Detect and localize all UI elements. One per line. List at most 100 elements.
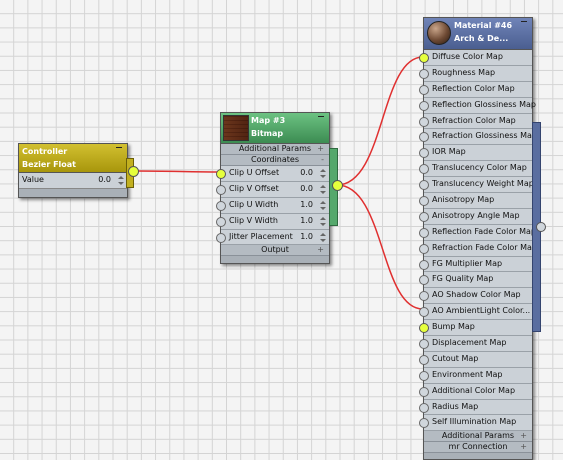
input-socket[interactable] <box>419 418 429 429</box>
material-map-row[interactable]: Displacement Map <box>419 336 532 352</box>
minimize-icon[interactable] <box>521 21 527 22</box>
row-value[interactable]: 1.0 <box>300 198 313 213</box>
input-socket[interactable] <box>419 84 429 95</box>
expand-icon[interactable]: + <box>520 431 527 441</box>
row-value[interactable]: 0.0 <box>300 166 313 181</box>
material-map-row[interactable]: Refraction Color Map <box>419 113 532 130</box>
row-label: Jitter Placement <box>229 231 293 241</box>
input-socket[interactable] <box>419 339 429 350</box>
input-socket[interactable] <box>216 184 226 195</box>
material-map-row[interactable]: AO AmbientLight Color... <box>419 304 532 321</box>
material-map-row[interactable]: Cutout Map <box>419 351 532 368</box>
controller-output-socket[interactable] <box>128 166 139 177</box>
material-node[interactable]: Material #46 Arch & De... Diffuse Color … <box>419 17 537 460</box>
material-map-row[interactable]: IOR Map <box>419 145 532 162</box>
bitmap-section-output[interactable]: Output + <box>221 245 329 257</box>
value-field[interactable]: 0.0 <box>98 173 111 188</box>
minimize-icon[interactable] <box>318 116 324 117</box>
input-socket[interactable] <box>419 275 429 286</box>
material-map-row[interactable]: Diffuse Color Map <box>419 50 532 66</box>
material-map-row[interactable]: Additional Color Map <box>419 383 532 400</box>
bitmap-row[interactable]: Clip V Width 1.0 <box>216 213 329 230</box>
material-map-row[interactable]: FG Quality Map <box>419 272 532 289</box>
bitmap-output-socket[interactable] <box>332 180 343 191</box>
spinner-icon[interactable] <box>320 216 326 226</box>
minimize-icon[interactable] <box>116 147 122 148</box>
bitmap-row[interactable]: Jitter Placement 1.0 <box>216 229 329 246</box>
material-map-row[interactable]: Reflection Color Map <box>419 81 532 98</box>
section-label: mr Connection <box>448 442 508 452</box>
input-socket[interactable] <box>216 232 226 243</box>
expand-icon[interactable]: + <box>317 245 324 255</box>
input-socket[interactable] <box>419 259 429 270</box>
spinner-icon[interactable] <box>320 200 326 210</box>
controller-node[interactable]: Controller Bezier Float Value 0.0 <box>18 143 128 198</box>
bitmap-row[interactable]: Clip U Width 1.0 <box>216 197 329 214</box>
row-value[interactable]: 1.0 <box>300 230 313 245</box>
value-spinner-icon[interactable] <box>118 176 124 185</box>
bitmap-row[interactable]: Clip V Offset 0.0 <box>216 181 329 198</box>
bitmap-section-additional[interactable]: Additional Params + <box>221 144 329 155</box>
expand-icon[interactable]: + <box>317 144 324 154</box>
input-socket[interactable] <box>419 68 429 79</box>
input-socket[interactable] <box>419 386 429 397</box>
input-socket[interactable] <box>216 216 226 227</box>
input-socket[interactable] <box>419 116 429 127</box>
material-map-row[interactable]: FG Multiplier Map <box>419 256 532 273</box>
bitmap-header[interactable]: Map #3 Bitmap <box>221 113 329 144</box>
material-map-row[interactable]: Reflection Glossiness Map <box>419 97 536 114</box>
material-map-row[interactable]: AO Shadow Color Map <box>419 288 532 305</box>
bitmap-row[interactable]: Clip U Offset 0.0 <box>216 166 329 182</box>
spinner-icon[interactable] <box>320 184 326 194</box>
input-socket[interactable] <box>419 402 429 413</box>
spinner-icon[interactable] <box>320 169 326 178</box>
bitmap-section-coordinates[interactable]: Coordinates - <box>221 155 329 166</box>
material-map-row[interactable]: Refraction Fade Color Map <box>419 240 537 257</box>
input-socket[interactable] <box>419 354 429 365</box>
material-output-socket[interactable] <box>536 222 546 232</box>
input-socket[interactable] <box>216 200 226 211</box>
map-label: Reflection Fade Color Map <box>432 226 536 236</box>
input-socket[interactable] <box>419 291 429 302</box>
input-socket[interactable] <box>419 307 429 318</box>
input-socket[interactable] <box>419 132 429 143</box>
material-map-row[interactable]: Reflection Fade Color Map <box>419 224 536 241</box>
section-label: Coordinates <box>250 155 300 164</box>
row-value[interactable]: 0.0 <box>300 182 313 197</box>
material-section-additional[interactable]: Additional Params + <box>424 431 532 443</box>
input-socket[interactable] <box>419 211 429 222</box>
input-socket[interactable] <box>419 164 429 175</box>
map-label: Reflection Glossiness Map <box>432 99 536 109</box>
input-socket[interactable] <box>419 196 429 207</box>
row-value[interactable]: 1.0 <box>300 214 313 229</box>
collapse-icon[interactable]: - <box>321 155 324 165</box>
controller-value-row[interactable]: Value 0.0 <box>19 173 127 188</box>
input-socket[interactable] <box>419 180 429 191</box>
material-map-row[interactable]: Bump Map <box>419 320 532 337</box>
input-socket[interactable] <box>419 100 429 111</box>
material-map-row[interactable]: Anisotropy Angle Map <box>419 208 532 225</box>
input-socket-connected[interactable] <box>216 169 226 179</box>
input-socket[interactable] <box>419 227 429 238</box>
controller-title: Controller <box>22 147 68 156</box>
input-socket[interactable] <box>419 243 429 254</box>
material-map-row[interactable]: Translucency Weight Map <box>419 177 534 194</box>
controller-header[interactable]: Controller Bezier Float <box>19 144 127 173</box>
material-map-row[interactable]: Self Illumination Map <box>419 415 532 432</box>
material-map-row[interactable]: Roughness Map <box>419 65 532 82</box>
input-socket-connected[interactable] <box>419 53 429 63</box>
material-section-mr[interactable]: mr Connection + <box>424 442 532 454</box>
expand-icon[interactable]: + <box>520 442 527 452</box>
input-socket[interactable] <box>419 148 429 159</box>
material-map-row[interactable]: Anisotropy Map <box>419 193 532 209</box>
map-label: Cutout Map <box>432 353 479 363</box>
material-map-row[interactable]: Translucency Color Map <box>419 161 532 178</box>
spinner-icon[interactable] <box>320 232 326 242</box>
material-map-row[interactable]: Refraction Glossiness Map <box>419 129 537 146</box>
input-socket-connected[interactable] <box>419 323 429 334</box>
input-socket[interactable] <box>419 370 429 381</box>
bitmap-node[interactable]: Map #3 Bitmap Additional Params + Coordin… <box>216 112 330 265</box>
material-map-row[interactable]: Radius Map <box>419 399 532 416</box>
material-header[interactable]: Material #46 Arch & De... <box>424 18 532 50</box>
material-map-row[interactable]: Environment Map <box>419 367 532 384</box>
